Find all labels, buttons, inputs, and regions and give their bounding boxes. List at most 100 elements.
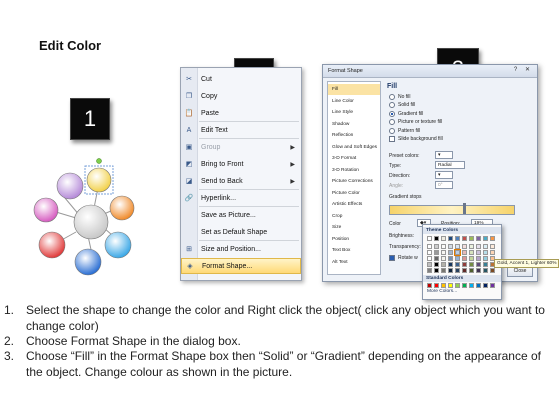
theme-color-swatch[interactable] [476,236,481,241]
radio-button[interactable] [389,127,395,134]
diagram-circle-red[interactable] [38,231,66,259]
menu-item-group[interactable]: ▣ Group ▶ [181,139,301,155]
help-icon[interactable]: ? [511,67,520,74]
theme-color-swatch[interactable] [483,262,488,267]
diagram-circle-magenta[interactable] [33,197,59,223]
category-3-d-format[interactable]: 3-D Format [328,153,380,164]
category-fill[interactable]: Fill [328,84,380,95]
fill-option-gradient-fill[interactable]: Gradient fill [389,110,423,117]
rotate-handle[interactable] [96,158,102,164]
theme-color-swatch[interactable] [490,268,495,273]
theme-color-swatch[interactable] [454,249,461,256]
menu-item-bring-to-front[interactable]: ◩ Bring to Front ▶ [181,156,301,172]
category-artistic-effects[interactable]: Artistic Effects [328,199,380,210]
theme-color-swatch[interactable] [476,250,481,255]
theme-color-swatch[interactable] [469,256,474,261]
diagram-circle-yellow[interactable] [86,167,112,193]
cycle-diagram[interactable] [22,150,160,282]
theme-color-swatch[interactable] [462,268,467,273]
standard-color-swatch[interactable] [483,283,488,288]
theme-color-swatch[interactable] [448,250,453,255]
category-picture-color[interactable]: Picture Color [328,188,380,199]
standard-color-swatch[interactable] [462,283,467,288]
more-colors-link[interactable]: More Colors... [427,289,457,294]
category-line-color[interactable]: Line Color [328,96,380,107]
standard-color-swatch[interactable] [455,283,460,288]
theme-color-swatch[interactable] [455,244,460,249]
theme-color-swatch[interactable] [434,250,439,255]
theme-color-swatch[interactable] [441,256,446,261]
theme-color-swatch[interactable] [483,244,488,249]
fill-option-solid-fill[interactable]: Solid fill [389,102,415,109]
diagram-circle-purple[interactable] [56,172,84,200]
radio-button[interactable] [389,119,395,125]
preset-colors-dropdown[interactable]: ▾ [435,151,453,159]
theme-color-swatch[interactable] [476,268,481,273]
theme-color-swatch[interactable] [427,244,432,249]
theme-color-swatch[interactable] [469,250,474,255]
menu-item-size-and-position[interactable]: ⊞ Size and Position... [181,241,301,257]
theme-color-swatch[interactable] [483,256,488,261]
theme-color-swatch[interactable] [427,268,432,273]
theme-color-swatch[interactable] [469,244,474,249]
theme-color-swatch[interactable] [462,256,467,261]
theme-color-swatch[interactable] [483,268,488,273]
theme-color-swatch[interactable] [434,256,439,261]
diagram-circle-center[interactable] [73,204,109,240]
theme-color-swatch[interactable] [427,262,432,267]
standard-color-swatch[interactable] [448,283,453,288]
theme-color-swatch[interactable] [448,262,453,267]
direction-dropdown[interactable]: ▾ [435,171,453,179]
theme-color-swatch[interactable] [427,236,432,241]
standard-color-swatch[interactable] [476,283,481,288]
theme-color-swatch[interactable] [490,244,495,249]
gradient-stops-bar[interactable] [389,205,515,215]
theme-color-swatch[interactable] [427,250,432,255]
theme-color-swatch[interactable] [476,244,481,249]
category-glow-and-soft-edges[interactable]: Glow and Soft Edges [328,142,380,153]
theme-color-swatch[interactable] [441,236,446,241]
category-line-style[interactable]: Line Style [328,107,380,118]
theme-color-swatch[interactable] [462,236,467,241]
category-alt-text[interactable]: Alt Text [328,257,380,268]
theme-color-swatch[interactable] [434,236,439,241]
fill-option-picture-or-texture-fill[interactable]: Picture or texture fill [389,119,442,126]
close-icon[interactable]: ✕ [523,67,532,74]
menu-item-edit-text[interactable]: A Edit Text [181,122,301,138]
fill-option-slide-background-fill[interactable]: Slide background fill [389,136,443,143]
menu-item-set-as-default-shape[interactable]: Set as Default Shape [181,224,301,240]
theme-color-swatch[interactable] [462,262,467,267]
theme-color-swatch[interactable] [427,256,432,261]
menu-item-format-shape[interactable]: ◈ Format Shape... [181,258,301,274]
theme-color-swatch[interactable] [455,256,460,261]
rotate-checkbox[interactable] [389,255,395,261]
category-3-d-rotation[interactable]: 3-D Rotation [328,165,380,176]
radio-button[interactable] [389,93,395,100]
category-shadow[interactable]: Shadow [328,119,380,130]
theme-color-swatch[interactable] [448,268,453,273]
type-dropdown[interactable]: Radial [435,161,465,169]
theme-color-swatch[interactable] [448,236,453,241]
standard-color-swatch[interactable] [427,283,432,288]
category-reflection[interactable]: Reflection [328,130,380,141]
theme-color-swatch[interactable] [441,244,446,249]
category-position[interactable]: Position [328,234,380,245]
menu-item-cut[interactable]: ✂ Cut [181,71,301,87]
standard-color-swatch[interactable] [490,283,495,288]
menu-item-copy[interactable]: ❐ Copy [181,88,301,104]
theme-color-swatch[interactable] [469,268,474,273]
standard-color-swatch[interactable] [434,283,439,288]
theme-color-swatch[interactable] [483,236,488,241]
diagram-circle-light-blue[interactable] [104,231,132,259]
menu-item-hyperlink[interactable]: 🔗 Hyperlink... [181,190,301,206]
theme-color-swatch[interactable] [462,244,467,249]
theme-color-swatch[interactable] [455,268,460,273]
diagram-circle-orange[interactable] [109,195,135,221]
category-text-box[interactable]: Text Box [328,245,380,256]
theme-color-swatch[interactable] [490,250,495,255]
standard-color-swatch[interactable] [441,283,446,288]
theme-color-swatch[interactable] [441,262,446,267]
category-picture-corrections[interactable]: Picture Corrections [328,176,380,187]
theme-color-swatch[interactable] [455,262,460,267]
theme-color-swatch[interactable] [462,250,467,255]
